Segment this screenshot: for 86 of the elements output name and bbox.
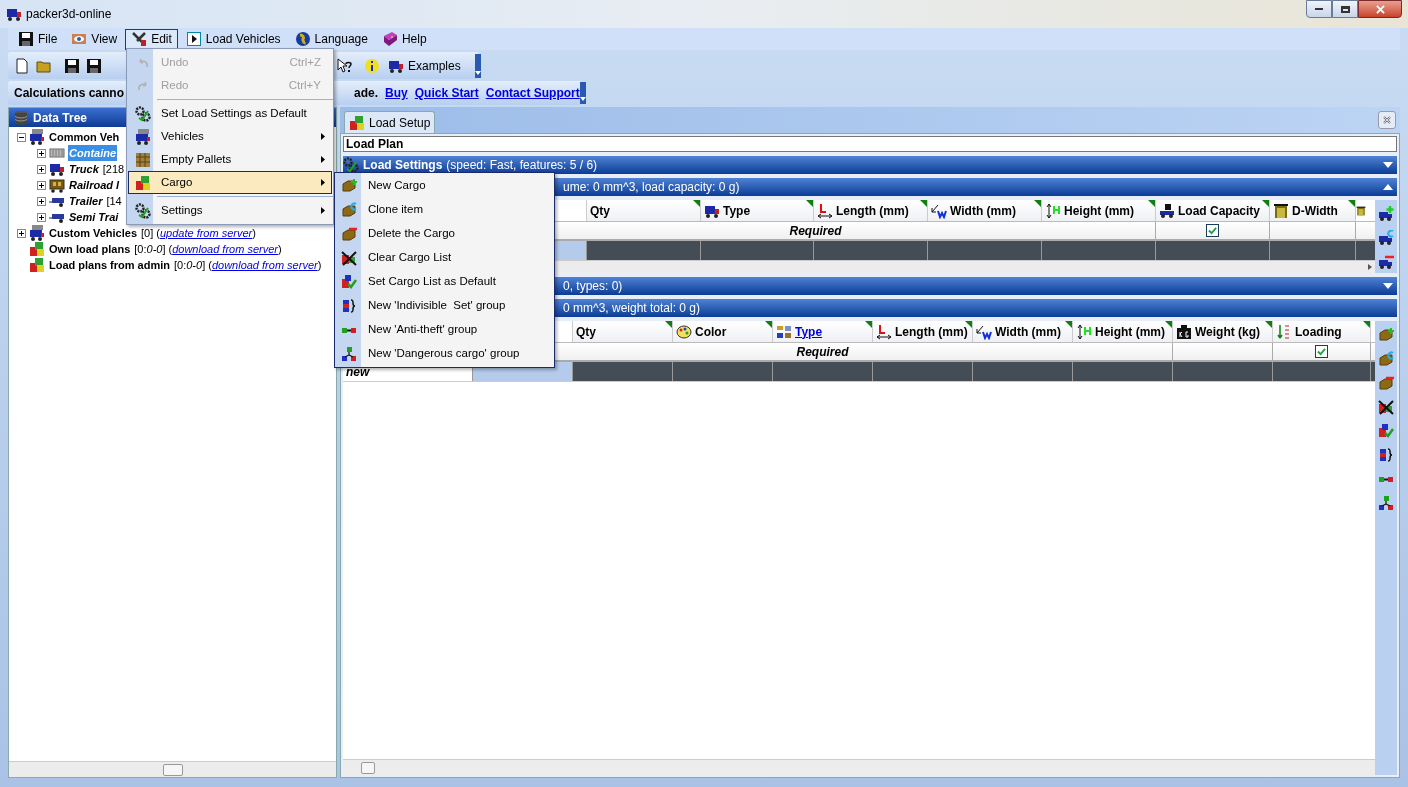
header-label[interactable]: Type [795,322,823,341]
tree-item-label[interactable]: Trailer [68,192,104,210]
menu-entry[interactable]: Empty Pallets [128,148,332,171]
item-count: [14 [106,193,122,209]
menu-entry[interactable]: Clear Cargo List [335,246,554,270]
header-label: Qty [576,323,596,341]
header-label: Width (mm) [950,202,1016,220]
link[interactable]: Contact Support [485,84,580,102]
tree-item-label[interactable]: Own load plans [48,240,132,258]
required-label: Required [796,343,849,361]
column-header[interactable]: Color [673,321,773,342]
header-label: D-Width [1292,202,1338,220]
header-label: Loading [1295,323,1342,341]
column-header[interactable]: Type [773,321,873,342]
header-label: Height (mm) [1064,202,1134,220]
column-header[interactable]: Type [701,200,814,221]
column-header[interactable]: Length (mm) [814,200,928,221]
column-header[interactable]: Width (mm) [928,200,1042,221]
shortcut: Ctrl+Y [288,77,321,93]
menu-item[interactable]: Load Vehicles [179,28,287,50]
tree-item-label[interactable]: Custom Vehicles [48,224,139,242]
notice-text: ade. [354,85,379,102]
parenthesis: ) [317,257,322,273]
header-label: Height (mm) [1095,323,1165,341]
menu-entry[interactable]: New 'Anti-theft' group [335,318,554,342]
header-label: Weight (kg) [1195,323,1261,341]
column-header[interactable]: D-Width [1270,200,1356,221]
menu-entry[interactable]: Set Load Settings as Default [128,102,332,125]
tree-item-label[interactable]: Load plans from admin [48,256,171,274]
server-link[interactable]: download from server [172,240,278,258]
required-label: Required [789,222,842,240]
section-details: ume: 0 mm^3, load capacity: 0 g) [563,179,740,196]
column-header[interactable]: Loading [1273,321,1371,342]
link[interactable]: Quick Start [414,84,479,102]
tree-item-label[interactable]: Truck [68,160,100,178]
menu-entry[interactable]: Delete the Cargo [335,222,554,246]
parenthesis: ( [156,225,160,241]
window-title: packer3d-online [26,6,112,23]
link[interactable]: Buy [385,84,408,102]
header-label: Qty [590,202,610,220]
column-header[interactable]: Length (mm) [873,321,973,342]
menu-item[interactable]: View [65,28,124,50]
shortcut: Ctrl+Z [289,54,321,70]
tree-item-label[interactable]: Railroad I [68,176,121,194]
tree-item-label[interactable]: Common Veh [48,128,121,146]
parenthesis: ) [277,241,282,257]
column-header[interactable]: Width (mm) [973,321,1073,342]
item-count: [0:0-0] [134,241,166,257]
section-details: 0, types: 0) [563,278,623,295]
plan-name-field[interactable]: Load Plan [343,136,1397,152]
menu-entry[interactable]: Vehicles [128,125,332,148]
panel-title: Data Tree [33,109,88,127]
column-header[interactable]: Qty [587,200,701,221]
section-details: 0 mm^3, weight total: 0 g) [563,300,701,317]
menu-entry[interactable]: Settings [128,199,332,222]
section-title: Load Settings [363,157,443,174]
new-row[interactable]: new [343,362,1375,382]
header-label: Load Capacity [1178,202,1261,220]
column-header[interactable]: Qty [573,321,673,342]
column-header[interactable]: Height (mm) [1042,200,1156,221]
parenthesis: ( [168,241,173,257]
item-count: [0] [141,225,154,241]
menu-entry[interactable]: Cargo [128,171,332,194]
tab[interactable]: Load Setup [344,111,436,133]
column-header[interactable]: Height (mm) [1073,321,1173,342]
header-label: Width (mm) [995,323,1061,341]
item-count: [218 [102,161,125,177]
parenthesis: ) [252,225,256,241]
column-header[interactable]: Weight (kg) [1173,321,1273,342]
menu-entry[interactable]: Clone item [335,198,554,222]
menu-item[interactable]: Edit [125,28,178,50]
header-label: Length (mm) [836,202,909,220]
section-details: (speed: Fast, features: 5 / 6) [446,157,598,174]
menu-item[interactable]: Help [375,28,433,50]
column-header[interactable]: Load Capacity [1156,200,1270,221]
parenthesis: ( [208,257,212,273]
menu-item[interactable]: File [12,28,64,50]
tree-item-label[interactable]: Semi Trai [68,208,120,226]
item-count: [0:0-0] [174,257,206,273]
header-label: Length (mm) [895,323,968,341]
section-header[interactable]: Load Settings (speed: Fast, features: 5 / 6) [343,156,1397,174]
header-label: Color [695,323,727,341]
examples-button[interactable]: Examples [386,56,463,75]
notice-text: Calculations canno [14,85,125,102]
header-label: Type [723,202,751,220]
menu-item[interactable]: Language [288,28,374,50]
